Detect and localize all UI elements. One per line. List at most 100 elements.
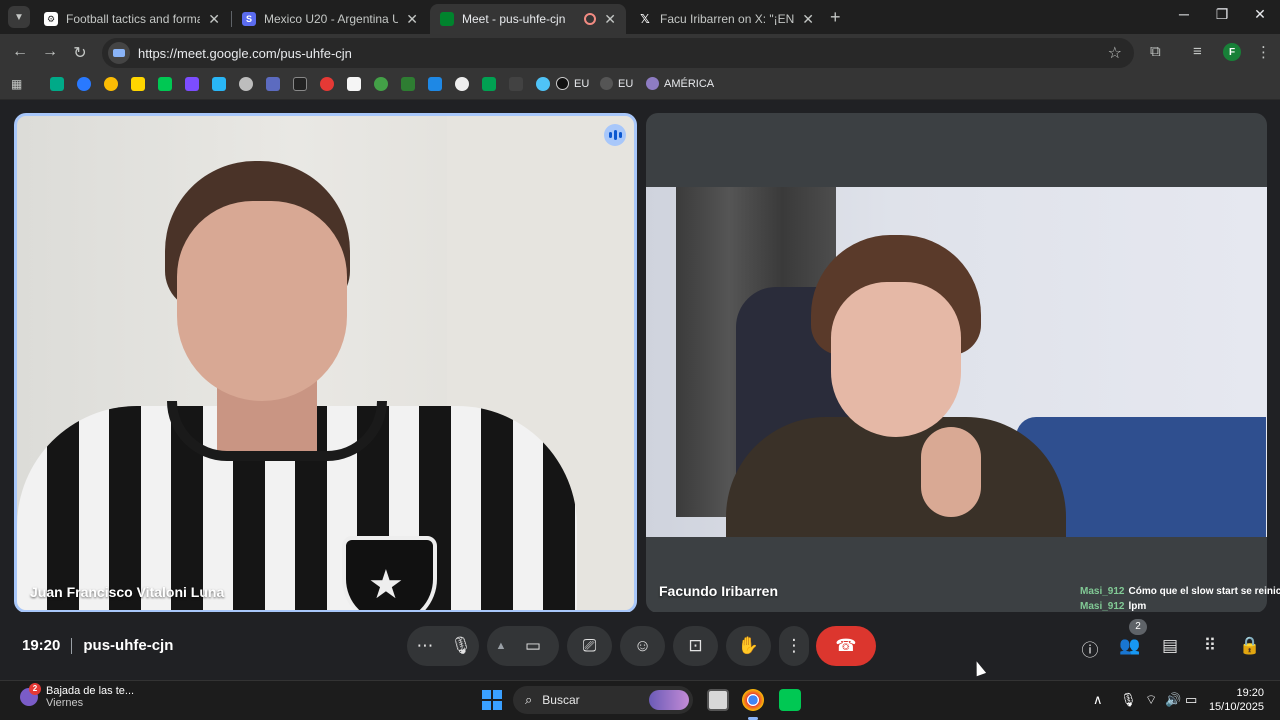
- microphone-tray-icon[interactable]: 🎙: [1120, 692, 1137, 708]
- file-explorer-icon[interactable]: [707, 689, 729, 711]
- host-controls-button[interactable]: 🔒: [1238, 636, 1262, 658]
- participant-video-collar: [167, 401, 387, 461]
- participant-name: Facundo Iribarren: [659, 583, 779, 599]
- game-app-icon[interactable]: [779, 689, 801, 711]
- participant-video-face: [831, 282, 961, 437]
- battery-icon[interactable]: ▭: [1185, 692, 1197, 708]
- bookmark-icon[interactable]: [293, 77, 307, 91]
- bookmark-icon[interactable]: [536, 77, 550, 91]
- bookmark-eu-2[interactable]: EU: [600, 77, 633, 90]
- chat-icon: ▤: [1161, 636, 1179, 655]
- bookmark-icon[interactable]: [320, 77, 334, 91]
- people-button[interactable]: 👥: [1118, 636, 1142, 658]
- reload-button[interactable]: ↻: [70, 43, 90, 63]
- close-icon[interactable]: ✕: [604, 11, 616, 28]
- menu-icon[interactable]: ⋮: [1256, 43, 1271, 61]
- x-logo-icon: 𝕏: [640, 12, 650, 26]
- captions-button[interactable]: ⊡: [673, 626, 718, 666]
- new-tab-button[interactable]: +: [830, 7, 841, 28]
- bookmark-icon[interactable]: [185, 77, 199, 91]
- bookmark-icon[interactable]: [266, 77, 280, 91]
- bookmark-icon[interactable]: [482, 77, 496, 91]
- bookmark-icon[interactable]: [239, 77, 253, 91]
- apps-grid-icon: ⠿: [1203, 636, 1217, 655]
- bookmark-icon[interactable]: [428, 77, 442, 91]
- bookmark-eu-1[interactable]: EU: [556, 77, 589, 90]
- lock-icon: 🔒: [1239, 636, 1261, 655]
- bookmark-icon[interactable]: [401, 77, 415, 91]
- tab-football-tactics[interactable]: ⚙ Football tactics and formations ✕: [34, 4, 230, 34]
- show-hidden-icons-chevron-icon[interactable]: ∧: [1093, 692, 1103, 708]
- taskbar-search[interactable]: ⌕ Buscar: [513, 686, 693, 714]
- microphone-button[interactable]: 🎙: [443, 636, 479, 656]
- bookmark-icon[interactable]: [104, 77, 118, 91]
- window-close-button[interactable]: ✕: [1250, 6, 1270, 23]
- extensions-icon[interactable]: ⧉: [1150, 43, 1161, 60]
- tab-meet[interactable]: Meet - pus-uhfe-cjn ✕: [430, 4, 626, 34]
- search-placeholder: Buscar: [542, 693, 580, 707]
- address-bar[interactable]: https://meet.google.com/pus-uhfe-cjn ☆: [102, 38, 1134, 68]
- participant-tile-juan[interactable]: ★ Juan Francisco Vitaloni Luna: [14, 113, 637, 613]
- tab-x-post[interactable]: 𝕏 Facu Iribarren on X: "¡EN VIVO ✕: [628, 4, 824, 34]
- present-screen-button[interactable]: ⎚: [567, 626, 612, 666]
- profile-avatar[interactable]: F: [1223, 43, 1241, 61]
- present-icon: ⎚: [582, 636, 597, 655]
- emoji-icon: ☺: [633, 636, 652, 655]
- bookmark-icon[interactable]: [347, 77, 361, 91]
- camera-button[interactable]: ▭: [515, 636, 551, 656]
- site-info-icon[interactable]: [108, 42, 130, 64]
- bookmark-icon[interactable]: [455, 77, 469, 91]
- close-icon[interactable]: ✕: [802, 11, 814, 28]
- bookmark-icon[interactable]: [131, 77, 145, 91]
- bookmarks-bar: ▦ EU EU AMÉRICA: [0, 72, 1280, 100]
- url-text: https://meet.google.com/pus-uhfe-cjn: [138, 45, 352, 61]
- chrome-icon[interactable]: [742, 689, 764, 720]
- bookmark-icon[interactable]: [509, 77, 523, 91]
- more-audio-options-icon[interactable]: ⋯: [407, 636, 443, 656]
- wifi-icon[interactable]: ⌔: [1145, 692, 1157, 708]
- bookmark-icon[interactable]: [374, 77, 388, 91]
- back-button[interactable]: ←: [10, 43, 30, 61]
- chevron-up-icon[interactable]: ▲: [487, 640, 515, 652]
- meet-stage: ★ Juan Francisco Vitaloni Luna Facundo I…: [0, 101, 1280, 680]
- meeting-info: 19:20 pus-uhfe-cjn: [22, 637, 173, 654]
- bookmark-icon[interactable]: [212, 77, 226, 91]
- raise-hand-button[interactable]: ✋: [726, 626, 771, 666]
- participant-tile-facundo[interactable]: Facundo Iribarren: [646, 113, 1267, 613]
- weather-subtitle: Viernes: [46, 697, 84, 709]
- volume-icon[interactable]: 🔊: [1165, 692, 1181, 708]
- activities-button[interactable]: ⠿: [1198, 636, 1222, 658]
- apps-grid-icon[interactable]: ▦: [11, 77, 25, 91]
- close-icon[interactable]: ✕: [406, 11, 418, 28]
- weather-widget[interactable]: 2 Bajada de las te... Viernes: [20, 683, 134, 709]
- meeting-details-button[interactable]: ⓘ: [1078, 636, 1102, 660]
- search-icon: ⌕: [525, 692, 533, 707]
- media-control-icon[interactable]: ≡: [1193, 43, 1202, 60]
- bookmark-star-icon[interactable]: ☆: [1108, 43, 1122, 63]
- system-clock[interactable]: 19:20 15/10/2025: [1209, 686, 1264, 714]
- leave-call-button[interactable]: ☎: [816, 626, 876, 666]
- tab-search-button[interactable]: ▼: [8, 6, 30, 28]
- forward-button[interactable]: →: [40, 43, 60, 61]
- start-button[interactable]: [482, 690, 502, 710]
- maximize-button[interactable]: ❐: [1212, 6, 1232, 23]
- bookmark-icon[interactable]: [158, 77, 172, 91]
- bookmark-icon[interactable]: [77, 77, 91, 91]
- meet-control-bar: 19:20 pus-uhfe-cjn ⋯ 🎙 ▲ ▭ ⎚ ☺ ⊡ ✋ ⋮ ☎ ⓘ…: [0, 612, 1280, 680]
- info-icon: ⓘ: [1081, 641, 1099, 660]
- tab-mexico-argentina[interactable]: S Mexico U20 - Argentina U20 en ✕: [232, 4, 428, 34]
- reactions-button[interactable]: ☺: [620, 626, 665, 666]
- chevron-down-icon: ▼: [14, 11, 24, 23]
- search-highlight-image: [649, 690, 689, 710]
- minimize-button[interactable]: ─: [1174, 6, 1194, 22]
- people-icon: 👥: [1119, 636, 1141, 655]
- recording-icon: [584, 13, 597, 25]
- more-options-button[interactable]: ⋮: [779, 626, 809, 666]
- bookmark-icon[interactable]: [50, 77, 64, 91]
- browser-toolbar: ← → ↻ https://meet.google.com/pus-uhfe-c…: [0, 34, 1280, 72]
- chat-button[interactable]: ▤: [1158, 636, 1182, 658]
- participant-video-face: [177, 201, 347, 401]
- close-icon[interactable]: ✕: [208, 11, 220, 28]
- vertical-dots-icon: ⋮: [785, 636, 803, 655]
- bookmark-america[interactable]: AMÉRICA: [646, 77, 714, 90]
